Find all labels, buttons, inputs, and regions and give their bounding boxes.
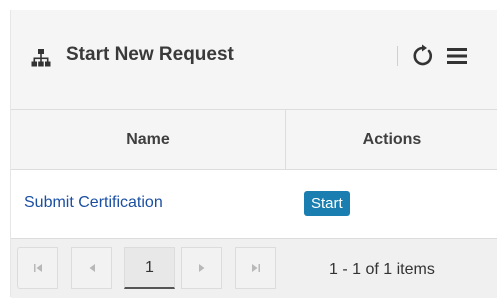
header-divider — [397, 46, 398, 66]
first-page-button[interactable] — [17, 247, 58, 289]
table-row: Submit Certification Start — [11, 171, 497, 238]
request-name-link[interactable]: Submit Certification — [24, 194, 163, 212]
next-page-icon — [198, 264, 204, 272]
hamburger-menu-icon[interactable] — [446, 46, 468, 66]
last-page-icon — [251, 264, 260, 272]
start-new-request-panel: Start New Request Name Actions Submit Ce… — [10, 10, 497, 298]
pager-info: 1 - 1 of 1 items — [329, 261, 435, 278]
page-number-button[interactable]: 1 — [124, 247, 175, 289]
panel-header: Start New Request — [11, 10, 497, 110]
pagination-bar: 1 1 - 1 of 1 items — [11, 238, 497, 298]
start-button[interactable]: Start — [304, 191, 350, 216]
next-page-button[interactable] — [181, 247, 222, 289]
refresh-icon[interactable] — [410, 43, 436, 69]
first-page-icon — [33, 264, 42, 272]
last-page-button[interactable] — [235, 247, 276, 289]
column-header-name[interactable]: Name — [11, 110, 286, 170]
sitemap-icon — [31, 49, 51, 67]
previous-page-button[interactable] — [71, 247, 112, 289]
column-header-actions: Actions — [286, 110, 497, 170]
panel-title: Start New Request — [66, 44, 234, 65]
previous-page-icon — [89, 264, 95, 272]
